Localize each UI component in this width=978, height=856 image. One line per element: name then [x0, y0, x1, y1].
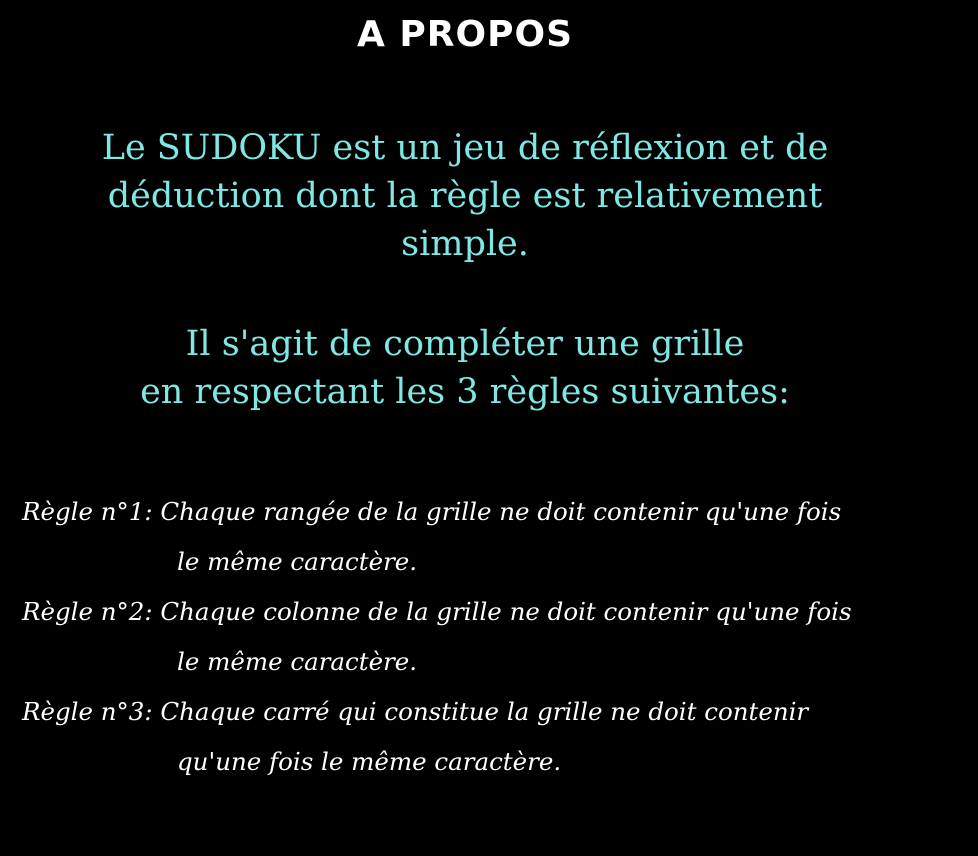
intro-line: Il s'agit de compléter une grille [185, 324, 745, 364]
rule-2: Règle n°2: Chaque colonne de la grille n… [22, 587, 967, 687]
rules-list: Règle n°1: Chaque rangée de la grille ne… [22, 487, 967, 787]
rule-2-line-1: Règle n°2: Chaque colonne de la grille n… [22, 597, 852, 626]
intro-paragraph-2: Il s'agit de compléter une grille en res… [0, 320, 930, 416]
rule-3: Règle n°3: Chaque carré qui constitue la… [22, 687, 967, 787]
rule-3-line-2: qu'une fois le même caractère. [177, 747, 562, 776]
intro-line: Le SUDOKU est un jeu de réflexion et de [101, 128, 829, 168]
rule-1-line-2: le même caractère. [177, 547, 418, 576]
intro-line: déduction dont la règle est relativement [107, 176, 823, 216]
rule-2-line-2: le même caractère. [177, 647, 418, 676]
rule-1-line-1: Règle n°1: Chaque rangée de la grille ne… [22, 497, 842, 526]
rule-3-line-1: Règle n°3: Chaque carré qui constitue la… [22, 697, 809, 726]
intro-line: en respectant les 3 règles suivantes: [140, 372, 790, 412]
rule-1: Règle n°1: Chaque rangée de la grille ne… [22, 487, 967, 587]
intro-paragraph-1: Le SUDOKU est un jeu de réflexion et de … [0, 124, 930, 268]
page-title: A PROPOS [356, 14, 574, 55]
intro-line: simple. [401, 224, 529, 264]
